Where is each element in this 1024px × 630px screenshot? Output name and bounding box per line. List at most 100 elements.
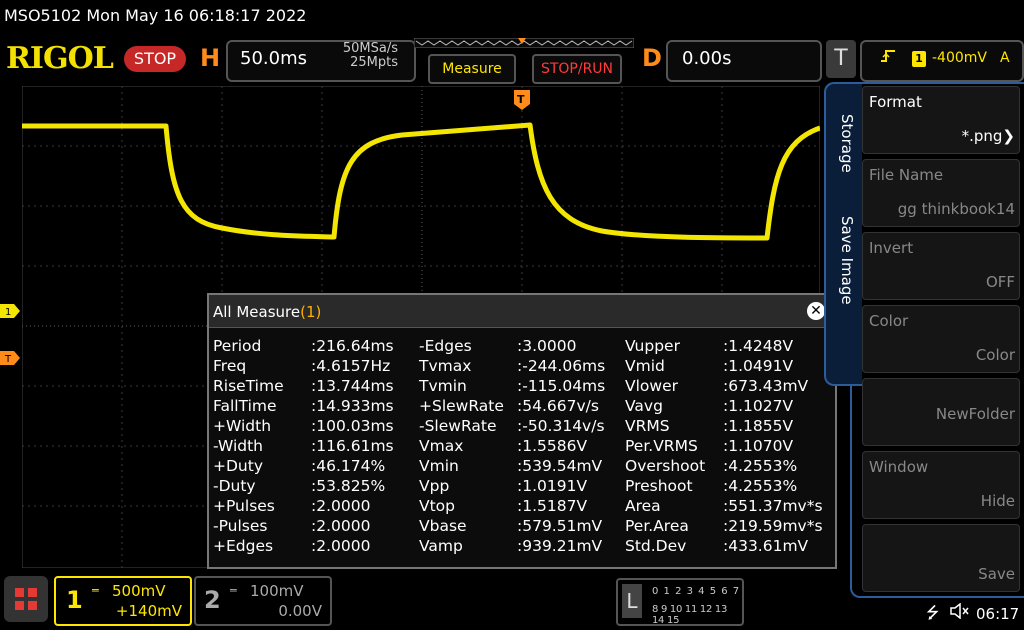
rigol-logo: RIGOL [6,41,114,76]
softkey-title: Color [869,312,909,330]
measure-value: :-244.06ms [517,357,606,375]
measure-value: :939.21mV [517,537,603,555]
ch2-number: 2 [204,586,221,614]
run-state-badge: STOP [124,46,186,72]
measure-label: Per.VRMS [625,437,698,455]
trigger-mode: A [1000,50,1010,66]
measure-panel-header[interactable]: All Measure(1) ✕ [209,295,835,328]
measure-label: Vavg [625,397,663,415]
measure-label: Tvmax [419,357,472,375]
la-channels-low: 0 1 2 3 4 5 6 7 [652,586,741,597]
tab-storage[interactable]: Storage [832,114,856,173]
softkey-title: Invert [869,239,914,257]
measure-label: Tvmin [419,377,467,395]
measure-button[interactable]: Measure [428,54,516,84]
la-letter: L [622,584,642,618]
trigger-position-marker[interactable]: T [514,90,530,110]
measure-label: Vamp [419,537,463,555]
logic-analyzer-settings[interactable]: L 0 1 2 3 4 5 6 7 8 9 10 11 12 13 14 15 [616,578,744,626]
measure-value: :219.59mv*s [723,517,823,535]
measure-value: :1.4248V [723,337,794,355]
measure-value: :100.03ms [311,417,394,435]
measure-value: :2.0000 [311,537,371,555]
measure-value: :2.0000 [311,517,371,535]
measure-label: Freq [213,357,247,375]
ch1-number: 1 [66,586,83,614]
measure-label: -SlewRate [419,417,497,435]
measure-label: Vlower [625,377,678,395]
measure-label: -Pulses [213,517,268,535]
measure-label: +Pulses [213,497,275,515]
measure-value: :4.2553% [723,457,798,475]
tab-save-image[interactable]: Save Image [832,216,856,305]
measure-value: :54.667v/s [517,397,599,415]
ch2-offset: 0.00V [278,602,322,620]
measure-label: Preshoot [625,477,693,495]
ch2-settings[interactable]: 2 ═ 100mV 0.00V [194,576,332,626]
measure-value: :46.174% [311,457,386,475]
measure-label: FallTime [213,397,277,415]
softkey-new-folder[interactable]: NewFolder [862,378,1020,446]
measure-value: :1.0491V [723,357,794,375]
main-menu-button[interactable] [4,576,48,622]
speaker-muted-icon[interactable] [950,602,970,623]
measure-value: :4.2553% [723,477,798,495]
measure-label: Vtop [419,497,456,515]
measure-label: Vbase [419,517,467,535]
measure-value: :1.5187V [517,497,588,515]
chevron-right-icon: ❯ [1002,127,1015,145]
softkey-invert[interactable]: Invert OFF [862,232,1020,300]
measure-label: Vpp [419,477,450,495]
measure-label: -Duty [213,477,256,495]
softkey-value: gg thinkbook14 [897,200,1015,218]
measure-value: :579.51mV [517,517,603,535]
ch1-offset-marker[interactable]: 1 [0,304,20,318]
measure-value: :433.61mV [723,537,809,555]
clock: 06:17 [976,605,1020,623]
measure-panel-title: All Measure(1) [213,303,322,321]
measure-label: Vmax [419,437,464,455]
measure-value: :53.825% [311,477,386,495]
softkey-file-name[interactable]: File Name gg thinkbook14 [862,159,1020,227]
measure-value: :539.54mV [517,457,603,475]
softkey-value: OFF [985,273,1015,291]
memory-waveform-strip [414,38,634,48]
softkey-color[interactable]: Color Color [862,305,1020,373]
measure-value: :4.6157Hz [311,357,391,375]
softkey-value: *.png❯ [961,127,1015,145]
measure-label: Vupper [625,337,680,355]
measure-value: :116.61ms [311,437,394,455]
measure-label: +SlewRate [419,397,504,415]
ch1-settings[interactable]: 1 ═ 500mV +140mV [54,576,192,626]
softkey-save[interactable]: Save [862,524,1020,592]
measure-value: :1.5586V [517,437,588,455]
measure-value: :13.744ms [311,377,394,395]
rising-edge-icon [880,48,896,68]
close-icon[interactable]: ✕ [807,302,825,320]
ch1-scale: 500mV [112,582,166,600]
softkey-title: Format [869,93,922,111]
stop-run-button[interactable]: STOP/RUN [532,54,622,84]
trigger-source: 1 [912,51,926,67]
side-menu-tabs: Storage Save Image [824,82,862,386]
softkey-value: Color [975,346,1015,364]
measure-label: RiseTime [213,377,284,395]
softkey-value: NewFolder [935,405,1015,423]
delay-value: 0.00s [682,48,732,69]
softkey-window[interactable]: Window Hide [862,451,1020,519]
trigger-letter[interactable]: T [826,40,856,78]
delay-letter: D [642,44,662,72]
measure-value: :1.1027V [723,397,794,415]
svg-text:1: 1 [5,307,11,318]
softkey-format[interactable]: Format *.png❯ [862,86,1020,154]
ch1-offset: +140mV [115,602,182,620]
trigger-level-marker[interactable]: T [0,351,20,365]
measure-label: Per.Area [625,517,689,535]
measure-value: :2.0000 [311,497,371,515]
measure-label: Period [213,337,262,355]
measure-label: +Width [213,417,272,435]
timebase-value: 50.0ms [240,48,307,69]
softkey-value: Hide [980,492,1015,510]
measure-value: :1.0191V [517,477,588,495]
measure-value: :3.0000 [517,337,577,355]
